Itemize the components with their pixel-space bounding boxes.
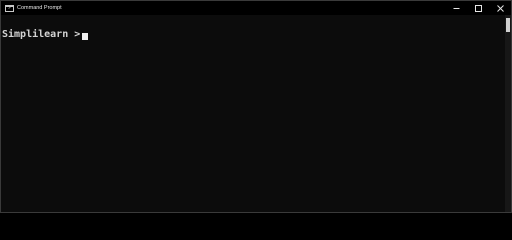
maximize-button[interactable] [467,1,489,15]
command-prompt-window: > Command Prompt Simplilearn > [0,0,512,213]
prompt-text: Simplilearn > [2,29,81,40]
window-title: Command Prompt [17,5,62,11]
maximize-icon [474,4,482,12]
title-bar[interactable]: > Command Prompt [1,1,511,15]
text-cursor [82,33,89,40]
scrollbar-thumb[interactable] [506,18,510,32]
close-icon [496,4,504,12]
prompt-line: Simplilearn > [2,29,89,41]
cmd-app-icon[interactable]: > [5,4,14,12]
minimize-button[interactable] [445,1,467,15]
vertical-scrollbar[interactable] [505,15,511,212]
close-button[interactable] [489,1,511,15]
console-output-area[interactable]: Simplilearn > [1,15,505,212]
minimize-icon [453,7,459,9]
window-controls [445,1,511,15]
